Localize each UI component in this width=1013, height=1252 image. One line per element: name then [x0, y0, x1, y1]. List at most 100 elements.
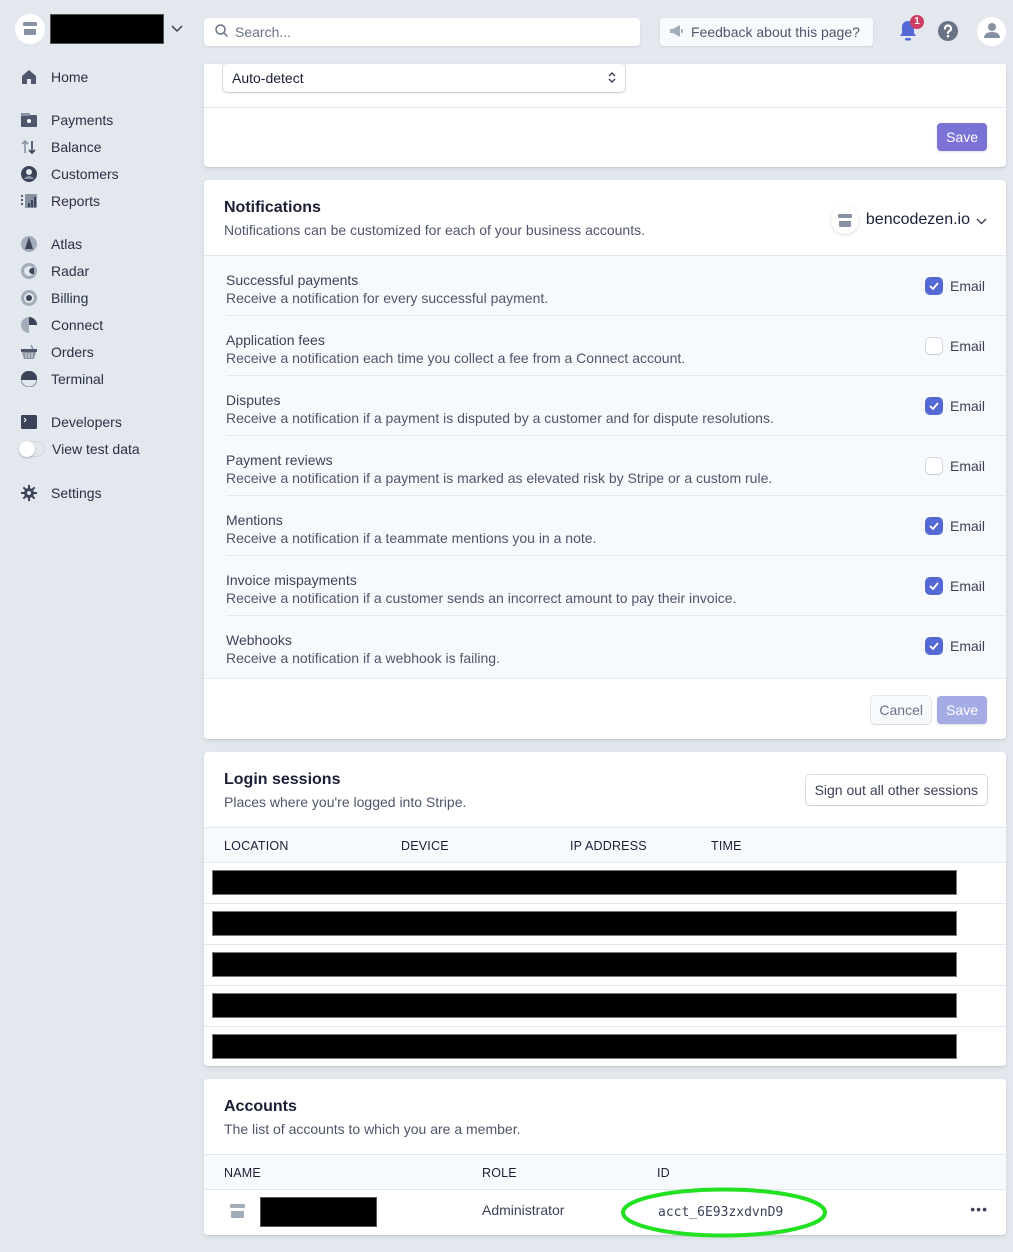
notification-description: Receive a notification if a teammate men… — [226, 530, 597, 546]
more-actions-button[interactable]: ••• — [970, 1201, 988, 1217]
email-checkbox-label: Email — [949, 578, 985, 594]
search-bar[interactable] — [204, 18, 640, 46]
table-row — [204, 945, 1006, 986]
user-avatar[interactable] — [977, 17, 1006, 46]
sidebar-item-terminal[interactable]: Terminal — [20, 368, 104, 390]
chevron-down-icon — [976, 212, 987, 228]
save-button[interactable]: Save — [937, 123, 987, 151]
home-icon — [20, 68, 38, 86]
table-row — [204, 986, 1006, 1027]
email-checkbox-control[interactable]: Email — [925, 518, 985, 534]
notification-setting-row: Webhooks Receive a notification if a webh… — [226, 616, 1006, 676]
notification-description: Receive a notification if a customer sen… — [226, 590, 737, 606]
email-checkbox-label: Email — [949, 518, 985, 534]
sidebar-item-radar[interactable]: Radar — [20, 260, 89, 282]
sidebar-item-atlas[interactable]: Atlas — [20, 233, 82, 255]
email-checkbox-control[interactable]: Email — [925, 398, 985, 414]
email-checkbox-control[interactable]: Email — [925, 578, 985, 594]
account-switcher[interactable] — [15, 14, 184, 44]
connect-icon — [20, 316, 38, 334]
business-account-select[interactable]: bencodezen.io — [830, 206, 987, 234]
gear-icon — [20, 484, 38, 502]
accounts-subtitle: The list of accounts to which you are a … — [224, 1121, 521, 1137]
timezone-select[interactable]: Auto-detect — [223, 64, 625, 92]
notification-title: Application fees — [226, 332, 325, 348]
balance-icon — [20, 138, 38, 156]
sidebar-item-billing[interactable]: Billing — [20, 287, 88, 309]
notification-setting-row: Disputes Receive a notification if a paym… — [226, 376, 1006, 436]
sidebar-item-developers[interactable]: Developers — [20, 411, 122, 433]
sidebar-item-payments[interactable]: Payments — [20, 109, 113, 131]
table-row[interactable]: Administrator acct_6E93zxdvnD9 ••• — [204, 1191, 1006, 1235]
email-checkbox-control[interactable]: Email — [925, 338, 985, 354]
notification-description: Receive a notification if a payment is m… — [226, 470, 773, 486]
notification-description: Receive a notification if a webhook is f… — [226, 650, 500, 666]
login-sessions-subtitle: Places where you're logged into Stripe. — [224, 794, 467, 810]
accounts-table-header: NAME ROLE ID — [204, 1154, 1006, 1190]
accounts-card: Accounts The list of accounts to which y… — [204, 1079, 1006, 1235]
notifications-subtitle: Notifications can be customized for each… — [224, 222, 645, 238]
notifications-title: Notifications — [224, 199, 321, 216]
help-icon[interactable] — [937, 20, 959, 42]
email-checkbox[interactable] — [925, 338, 942, 354]
email-checkbox-control[interactable]: Email — [925, 278, 985, 294]
sidebar-item-label: Billing — [51, 290, 89, 306]
email-checkbox[interactable] — [925, 458, 942, 474]
table-row — [204, 863, 1006, 904]
cancel-button[interactable]: Cancel — [871, 696, 931, 724]
sidebar-item-balance[interactable]: Balance — [20, 136, 102, 158]
sidebar-item-label: Orders — [51, 344, 94, 360]
sidebar-item-label: Balance — [51, 139, 102, 155]
checkmark-icon — [929, 402, 939, 410]
column-header-name: NAME — [224, 1166, 261, 1180]
email-checkbox[interactable] — [925, 518, 942, 534]
column-header-id: ID — [657, 1166, 670, 1180]
radar-icon — [20, 262, 38, 280]
payments-icon — [20, 111, 38, 129]
notification-description: Receive a notification each time you col… — [226, 350, 686, 366]
email-checkbox[interactable] — [925, 278, 942, 294]
search-icon — [215, 24, 229, 40]
notification-setting-row: Successful payments Receive a notificatio… — [226, 256, 1006, 316]
account-id: acct_6E93zxdvnD9 — [658, 1205, 784, 1220]
sidebar-item-label: Customers — [51, 166, 119, 182]
view-test-data-toggle[interactable] — [19, 441, 45, 457]
notification-setting-row: Payment reviews Receive a notification if… — [226, 436, 1006, 496]
reports-icon — [20, 192, 38, 210]
chevron-down-icon — [170, 22, 184, 36]
column-header-location: LOCATION — [224, 839, 289, 853]
notification-title: Invoice mispayments — [226, 572, 357, 588]
email-checkbox-control[interactable]: Email — [925, 638, 985, 654]
email-checkbox[interactable] — [925, 578, 942, 594]
sidebar-item-orders[interactable]: Orders — [20, 341, 94, 363]
session-row-redacted — [212, 952, 957, 977]
notification-title: Successful payments — [226, 272, 359, 288]
session-row-redacted — [212, 993, 957, 1018]
timezone-select-value: Auto-detect — [232, 70, 304, 86]
sidebar-item-label: Atlas — [51, 236, 83, 252]
table-row — [204, 904, 1006, 945]
feedback-button[interactable]: Feedback about this page? — [660, 18, 873, 46]
billing-icon — [20, 289, 38, 307]
sidebar: Home Payments Balance Customers Reports … — [0, 0, 200, 1252]
sidebar-item-settings[interactable]: Settings — [20, 482, 102, 504]
email-checkbox[interactable] — [925, 398, 942, 414]
sidebar-item-connect[interactable]: Connect — [20, 314, 103, 336]
customers-icon — [20, 165, 38, 183]
select-arrows-icon — [608, 71, 616, 87]
sidebar-item-label: Payments — [51, 112, 114, 128]
sidebar-item-label: Settings — [51, 485, 102, 501]
save-button[interactable]: Save — [937, 696, 987, 724]
sidebar-item-label: Developers — [51, 414, 122, 430]
sign-out-all-sessions-button[interactable]: Sign out all other sessions — [805, 775, 987, 805]
sidebar-item-home[interactable]: Home — [20, 66, 88, 88]
sidebar-item-reports[interactable]: Reports — [20, 190, 100, 212]
atlas-icon — [20, 235, 38, 253]
notification-title: Payment reviews — [226, 452, 333, 468]
notification-count-badge: 1 — [910, 15, 924, 29]
search-input[interactable] — [235, 24, 615, 40]
store-icon — [830, 206, 859, 234]
sidebar-item-customers[interactable]: Customers — [20, 163, 119, 185]
email-checkbox-control[interactable]: Email — [925, 458, 985, 474]
email-checkbox[interactable] — [925, 638, 942, 654]
